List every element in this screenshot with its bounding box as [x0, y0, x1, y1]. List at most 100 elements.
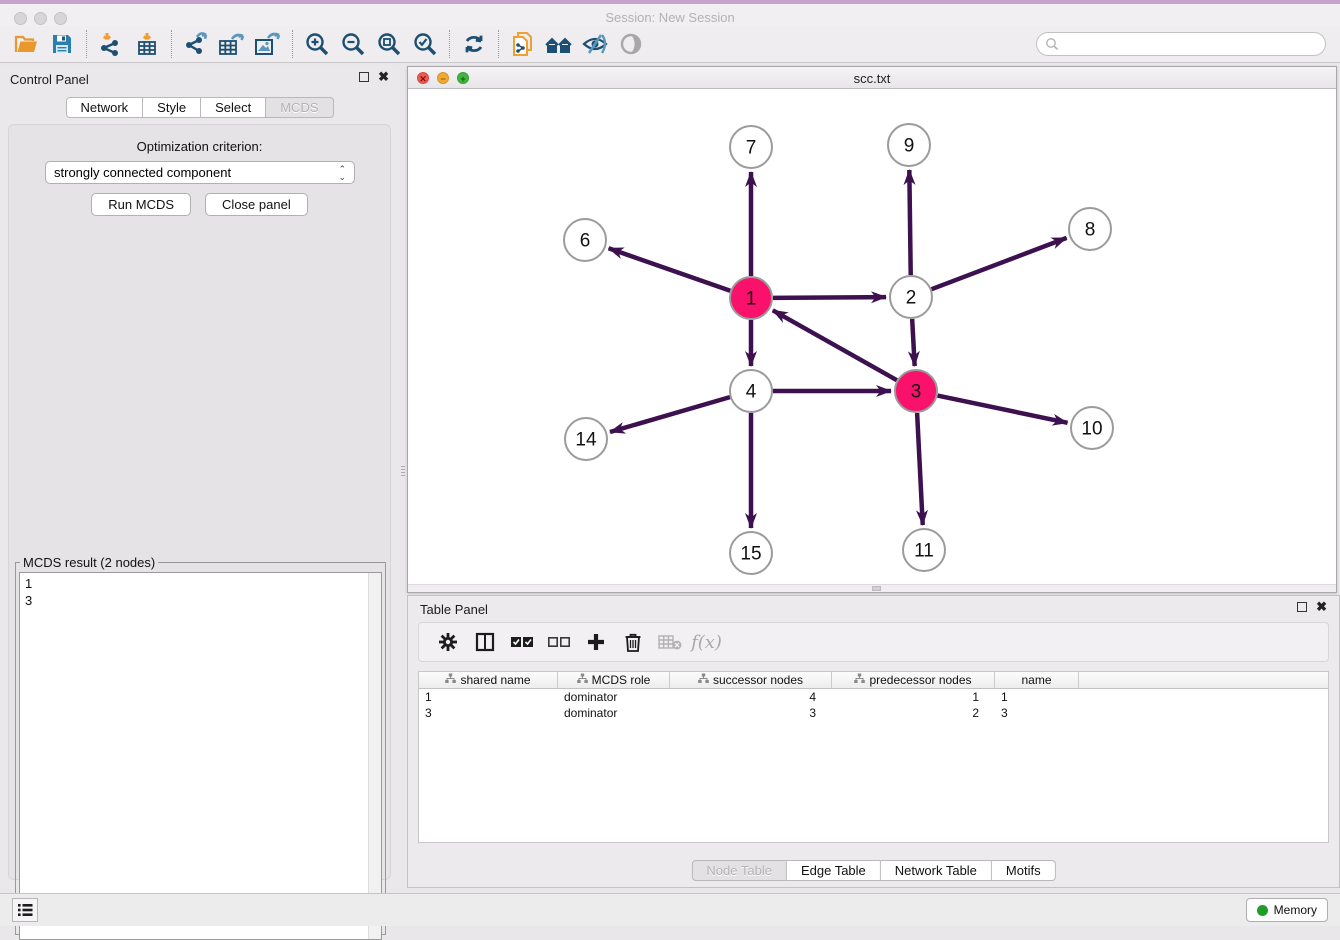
column-header-successor-nodes[interactable]: successor nodes: [670, 672, 832, 688]
tab-style[interactable]: Style: [143, 97, 201, 118]
hide-selected-icon[interactable]: [577, 29, 613, 59]
table-cell[interactable]: 1: [419, 689, 558, 705]
optimization-criterion-label: Optimization criterion:: [9, 139, 390, 154]
zoom-out-icon[interactable]: [335, 29, 371, 59]
attribute-type-icon: [854, 673, 865, 687]
table-cell[interactable]: 3: [995, 705, 1079, 721]
control-panel-title: Control Panel: [10, 72, 89, 87]
network-splitter-handle[interactable]: [872, 586, 881, 591]
export-table-icon[interactable]: [214, 29, 250, 59]
column-header-predecessor-nodes[interactable]: predecessor nodes: [832, 672, 995, 688]
show-hidden-icon[interactable]: [613, 29, 649, 59]
column-header-MCDS-role[interactable]: MCDS role: [558, 672, 670, 688]
graph-node-11[interactable]: 11: [903, 529, 945, 571]
table-cell[interactable]: 3: [670, 705, 832, 721]
open-file-icon[interactable]: [8, 29, 44, 59]
select-all-columns-icon[interactable]: [503, 626, 540, 658]
mcds-result-textarea[interactable]: 1 3: [19, 572, 382, 940]
graph-node-4[interactable]: 4: [730, 370, 772, 412]
panel-splitter-handle[interactable]: [400, 462, 406, 480]
network-graph[interactable]: 7 9 6 8 1 2 4 3 14 10 15 11: [408, 89, 1336, 585]
close-table-panel-icon[interactable]: ✖: [1316, 602, 1327, 612]
mcds-result-values: 1 3: [20, 573, 381, 609]
edge-4-14[interactable]: [610, 397, 730, 432]
copy-network-icon[interactable]: [505, 29, 541, 59]
graph-node-6[interactable]: 6: [564, 219, 606, 261]
import-network-icon[interactable]: [93, 29, 129, 59]
graph-node-8[interactable]: 8: [1069, 208, 1111, 250]
edge-2-8[interactable]: [932, 238, 1067, 289]
export-image-icon[interactable]: [250, 29, 286, 59]
network-bottom-strip: [408, 584, 1336, 592]
svg-text:14: 14: [575, 430, 597, 451]
application-window: Session: New Session: [0, 0, 1340, 926]
graph-node-2[interactable]: 2: [890, 276, 932, 318]
show-all-networks-icon[interactable]: [541, 29, 577, 59]
close-panel-button[interactable]: Close panel: [205, 193, 308, 216]
delete-column-icon[interactable]: [614, 626, 651, 658]
svg-text:15: 15: [740, 544, 761, 565]
column-header-name[interactable]: name: [995, 672, 1079, 688]
edge-2-3[interactable]: [912, 319, 915, 366]
table-cell[interactable]: 4: [670, 689, 832, 705]
column-mode-icon[interactable]: [466, 626, 503, 658]
optimization-criterion-select[interactable]: strongly connected component ⌃⌄: [45, 161, 355, 184]
table-panel-tabs: Node TableEdge TableNetwork TableMotifs: [691, 860, 1055, 881]
search-icon: [1045, 37, 1059, 51]
zoom-fit-icon[interactable]: [371, 29, 407, 59]
tab-motifs[interactable]: Motifs: [992, 860, 1056, 881]
attribute-type-icon: [445, 673, 456, 687]
tab-edge-table[interactable]: Edge Table: [787, 860, 881, 881]
zoom-selected-icon[interactable]: [407, 29, 443, 59]
table-cell[interactable]: 1: [832, 689, 995, 705]
graph-node-15[interactable]: 15: [730, 532, 772, 574]
table-cell[interactable]: 2: [832, 705, 995, 721]
search-field[interactable]: [1036, 32, 1326, 56]
column-header-shared-name[interactable]: shared name: [419, 672, 558, 688]
table-cell[interactable]: 3: [419, 705, 558, 721]
task-history-button[interactable]: [12, 898, 38, 922]
apply-layout-icon[interactable]: [456, 29, 492, 59]
tab-select[interactable]: Select: [201, 97, 266, 118]
zoom-in-icon[interactable]: [299, 29, 335, 59]
table-cell[interactable]: dominator: [558, 689, 670, 705]
search-input[interactable]: [1063, 37, 1313, 52]
tab-node-table[interactable]: Node Table: [691, 860, 787, 881]
graph-node-1[interactable]: 1: [730, 277, 772, 319]
export-network-icon[interactable]: [178, 29, 214, 59]
edge-3-1[interactable]: [773, 310, 897, 380]
status-bar: Memory: [0, 893, 1340, 926]
float-table-panel-icon[interactable]: [1297, 602, 1307, 612]
edge-1-2[interactable]: [773, 297, 886, 298]
network-canvas[interactable]: 7 9 6 8 1 2 4 3 14 10 15 11: [408, 89, 1336, 585]
graph-node-10[interactable]: 10: [1071, 407, 1113, 449]
result-scrollbar[interactable]: [368, 573, 381, 939]
edge-3-11[interactable]: [917, 413, 923, 525]
mcds-panel: Optimization criterion: strongly connect…: [8, 124, 391, 880]
graph-node-14[interactable]: 14: [565, 418, 607, 460]
tab-network[interactable]: Network: [65, 97, 143, 118]
graph-node-3[interactable]: 3: [895, 370, 937, 412]
memory-button[interactable]: Memory: [1246, 898, 1328, 922]
table-cell[interactable]: 1: [995, 689, 1079, 705]
deselect-all-columns-icon[interactable]: [540, 626, 577, 658]
table-cell[interactable]: dominator: [558, 705, 670, 721]
network-window-titlebar[interactable]: ✕ − + scc.txt: [408, 67, 1336, 89]
table-settings-icon[interactable]: [429, 626, 466, 658]
edge-3-10[interactable]: [938, 396, 1068, 423]
graph-node-7[interactable]: 7: [730, 126, 772, 168]
import-table-icon[interactable]: [129, 29, 165, 59]
graph-node-9[interactable]: 9: [888, 124, 930, 166]
close-panel-icon[interactable]: ✖: [378, 72, 389, 82]
table-row[interactable]: 1dominator411: [419, 689, 1328, 705]
table-row[interactable]: 3dominator323: [419, 705, 1328, 721]
edge-1-6[interactable]: [609, 248, 731, 290]
add-column-icon[interactable]: [577, 626, 614, 658]
float-panel-icon[interactable]: [359, 72, 369, 82]
run-mcds-button[interactable]: Run MCDS: [91, 193, 191, 216]
window-titlebar: Session: New Session: [0, 4, 1340, 26]
edge-2-9[interactable]: [909, 170, 910, 275]
tab-network-table[interactable]: Network Table: [881, 860, 992, 881]
save-session-icon[interactable]: [44, 29, 80, 59]
tab-mcds[interactable]: MCDS: [266, 97, 333, 118]
